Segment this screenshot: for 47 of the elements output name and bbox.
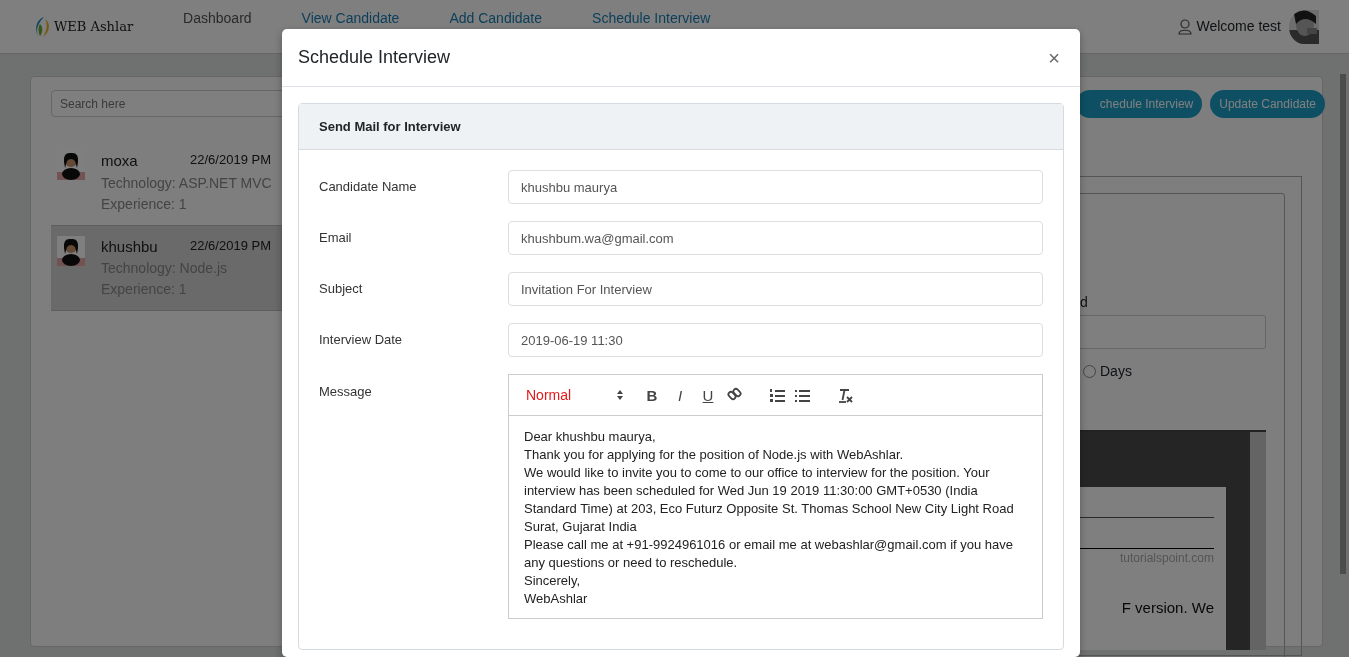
close-button[interactable]: × — [1044, 42, 1064, 73]
field-label: Email — [319, 229, 353, 248]
nav-link[interactable]: Schedule Interview — [592, 8, 711, 29]
sort-icon — [616, 389, 624, 401]
nav-link[interactable]: Dashboard — [183, 8, 252, 29]
message-text: Thank you for applying for the position of Node.js with WebAshlar. — [524, 446, 905, 464]
field-label: Candidate Name — [319, 178, 418, 197]
welcome-text: Welcome test — [1196, 17, 1281, 36]
candidate-technology: Technology: ASP.NET MVC — [101, 173, 272, 193]
clear-format-icon[interactable] — [837, 386, 854, 404]
nav-link[interactable]: Add Candidate — [449, 8, 543, 29]
message-text: WebAshlar — [524, 590, 589, 608]
message-text: Please call me at +91-9924961016 or email me at webashlar@gmail.com if you have any questions or need to reschedule. — [524, 536, 1015, 572]
input-field[interactable]: 2019-06-19 11:30 — [508, 323, 1043, 357]
numbered-list-icon[interactable] — [769, 386, 786, 404]
user-icon — [1178, 18, 1193, 35]
field-label: Subject — [319, 280, 364, 299]
radio-button[interactable] — [1083, 365, 1096, 378]
avatar-icon — [57, 150, 85, 180]
format-select[interactable]: Normal — [524, 384, 624, 406]
candidate-date: 22/6/2019 PM — [190, 236, 271, 255]
input-field[interactable]: Invitation For Interview — [508, 272, 1043, 306]
candidate-name: moxa — [101, 151, 138, 171]
message-text: Dear khushbu maurya, — [524, 428, 657, 446]
modal-title: Schedule Interview — [298, 46, 452, 69]
scroll-thumb[interactable] — [1340, 74, 1346, 574]
nav-link[interactable]: View Candidate — [301, 8, 400, 29]
candidate-name: khushbu — [101, 236, 158, 257]
field-label: d — [1080, 293, 1088, 312]
candidate-date: 22/6/2019 PM — [190, 151, 271, 169]
input-field[interactable]: khushbu maurya — [508, 170, 1043, 204]
input-field[interactable]: khushbum.wa@gmail.com — [508, 221, 1043, 255]
scrollbar[interactable] — [1250, 432, 1266, 650]
radio-label: Days — [1100, 362, 1132, 381]
italic-button[interactable]: I — [670, 387, 690, 403]
rich-text-editor[interactable] — [508, 374, 1043, 619]
field-label: Interview Date — [319, 331, 404, 350]
message-text: Sincerely, — [524, 572, 582, 590]
card-header: Send Mail for Interview — [299, 104, 1063, 150]
candidate-experience: Experience: 1 — [101, 194, 188, 214]
field-label: Message — [319, 383, 373, 401]
avatar-icon — [57, 235, 85, 266]
underline-button[interactable]: U — [698, 387, 718, 403]
message-text: We would like to invite you to come to our office to interview for the position. Your interview has been scheduled for Wed Jun 19 2019 11:30:00 GMT+0530 (India Standard Time) at 203, Eco Futurz Opposite St. Thomas School New City Light Road Surat, Gujarat India — [524, 464, 1015, 536]
document-text: F version. We — [1121, 598, 1214, 618]
bold-button[interactable]: B — [642, 387, 662, 403]
brand-logo[interactable]: WEB Ashlar — [54, 16, 134, 37]
